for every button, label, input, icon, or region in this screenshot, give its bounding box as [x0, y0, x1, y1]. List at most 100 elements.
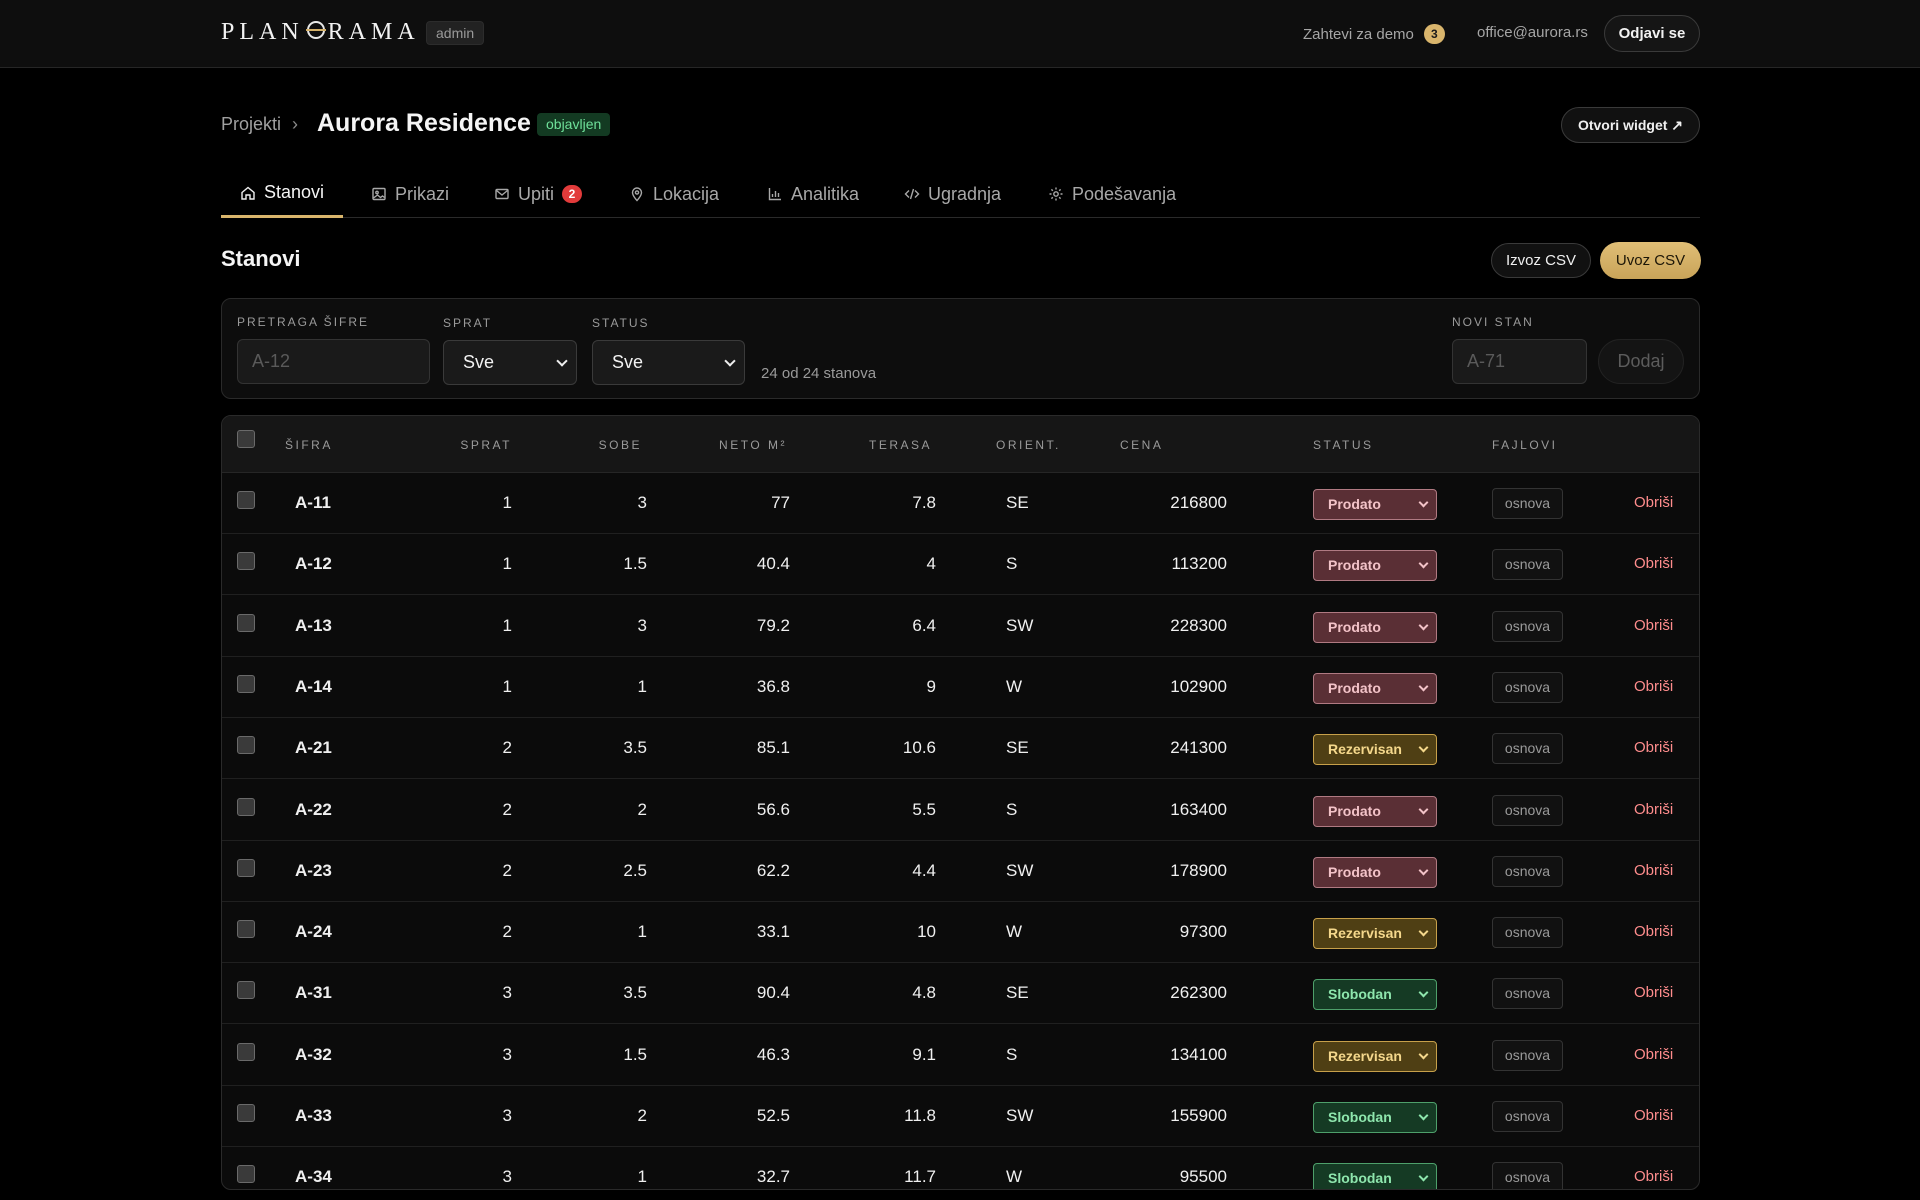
floorplan-file-button[interactable]: osnova: [1492, 1162, 1563, 1189]
unit-area: 36.8: [756, 676, 790, 696]
tab-stanovi[interactable]: Stanovi: [221, 170, 344, 218]
delete-button[interactable]: Obriši: [1634, 923, 1673, 940]
demo-requests-link[interactable]: Zahtevi za demo 3: [1303, 24, 1445, 44]
logo-text: PLAN RAMA: [221, 19, 420, 45]
floorplan-file-button[interactable]: osnova: [1492, 488, 1563, 519]
floor-select[interactable]: Sve: [443, 340, 577, 385]
unit-rooms: 3: [637, 615, 647, 635]
status-select[interactable]: Rezervisan: [1313, 734, 1437, 766]
delete-button[interactable]: Obriši: [1634, 862, 1673, 879]
row-checkbox[interactable]: [237, 858, 255, 877]
unit-area: 62.2: [756, 860, 790, 880]
row-checkbox[interactable]: [237, 613, 255, 632]
status-select[interactable]: Slobodan: [1313, 979, 1437, 1011]
unit-terrace: 4: [926, 554, 936, 574]
column-header-code[interactable]: ŠIFRA: [285, 438, 333, 452]
row-checkbox[interactable]: [237, 1104, 255, 1122]
delete-button[interactable]: Obriši: [1634, 1168, 1673, 1185]
row-checkbox[interactable]: [237, 552, 255, 571]
delete-button[interactable]: Obriši: [1634, 555, 1673, 572]
unit-price: 228300: [1170, 615, 1227, 635]
floorplan-file-button[interactable]: osnova: [1492, 855, 1563, 887]
status-select[interactable]: Prodato: [1313, 611, 1437, 643]
floorplan-file-button[interactable]: osnova: [1492, 978, 1563, 1010]
floorplan-file-button[interactable]: osnova: [1492, 794, 1563, 826]
delete-button[interactable]: Obriši: [1634, 617, 1673, 634]
unit-code: A-22: [295, 799, 332, 819]
delete-button[interactable]: Obriši: [1634, 739, 1673, 756]
row-checkbox[interactable]: [237, 920, 255, 939]
select-all-checkbox[interactable]: [237, 430, 255, 448]
row-checkbox[interactable]: [237, 797, 255, 816]
status-select[interactable]: Rezervisan: [1313, 1040, 1437, 1072]
import-csv-button[interactable]: Uvoz CSV: [1600, 242, 1701, 279]
chevron-down-icon: [1418, 926, 1429, 937]
row-checkbox[interactable]: [237, 736, 255, 755]
row-checkbox[interactable]: [237, 981, 255, 1000]
tab-analitika[interactable]: Analitika: [748, 170, 878, 218]
status-value: Prodato: [1328, 618, 1381, 635]
row-checkbox[interactable]: [237, 1042, 255, 1061]
column-header-rooms[interactable]: SOBE: [552, 438, 642, 452]
status-select[interactable]: Prodato: [1313, 672, 1437, 704]
status-select[interactable]: Slobodan: [1313, 1102, 1437, 1133]
delete-button[interactable]: Obriši: [1634, 984, 1673, 1001]
delete-button[interactable]: Obriši: [1634, 1046, 1673, 1063]
floorplan-file-button[interactable]: osnova: [1492, 1039, 1563, 1071]
delete-button[interactable]: Obriši: [1634, 1107, 1673, 1124]
new-unit-input[interactable]: A-71: [1452, 339, 1587, 384]
export-csv-button[interactable]: Izvoz CSV: [1491, 243, 1591, 278]
status-select[interactable]: Prodato: [1313, 489, 1437, 520]
floorplan-file-button[interactable]: osnova: [1492, 671, 1563, 703]
open-widget-button[interactable]: Otvori widget ↗: [1561, 107, 1700, 143]
floorplan-file-button[interactable]: osnova: [1492, 917, 1563, 949]
table-row: A-11 1 3 77 7.8 SE 216800 Prodato osnova Obriši: [222, 473, 1699, 534]
unit-orientation: W: [1006, 1167, 1023, 1187]
unit-terrace: 10.6: [902, 738, 936, 758]
delete-button[interactable]: Obriši: [1634, 801, 1673, 818]
column-header-orientation[interactable]: ORIENT.: [996, 438, 1061, 452]
status-value: Prodato: [1328, 679, 1381, 696]
unit-orientation: SW: [1006, 615, 1034, 635]
floorplan-file-button[interactable]: osnova: [1492, 610, 1563, 642]
row-checkbox[interactable]: [237, 1165, 255, 1184]
tab-prikazi[interactable]: Prikazi: [352, 170, 468, 218]
column-header-area[interactable]: NETO M²: [682, 438, 787, 452]
status-select[interactable]: Sve: [592, 340, 745, 385]
status-select[interactable]: Rezervisan: [1313, 918, 1437, 950]
delete-button[interactable]: Obriši: [1634, 494, 1673, 511]
tab-lokacija[interactable]: Lokacija: [610, 170, 738, 218]
unit-orientation: S: [1006, 799, 1018, 819]
tab-podesavanja[interactable]: Podešavanja: [1029, 170, 1195, 218]
breadcrumb-separator: ›: [292, 114, 298, 134]
status-select[interactable]: Prodato: [1313, 550, 1437, 582]
chevron-down-icon: [556, 355, 568, 367]
column-header-status[interactable]: STATUS: [1313, 438, 1374, 452]
logout-button[interactable]: Odjavi se: [1604, 15, 1700, 52]
logo[interactable]: PLAN RAMA: [221, 19, 420, 46]
floorplan-file-button[interactable]: osnova: [1492, 1101, 1563, 1132]
status-value: Prodato: [1328, 863, 1381, 880]
floorplan-file-button[interactable]: osnova: [1492, 733, 1563, 765]
breadcrumb-projects[interactable]: Projekti: [221, 114, 281, 135]
unit-floor: 2: [502, 860, 512, 880]
tab-ugradnja[interactable]: Ugradnja: [885, 170, 1020, 218]
delete-button[interactable]: Obriši: [1634, 678, 1673, 695]
row-checkbox[interactable]: [237, 491, 255, 509]
inquiries-count-badge: 2: [562, 185, 583, 203]
column-header-floor[interactable]: SPRAT: [440, 438, 512, 452]
tab-upiti[interactable]: Upiti 2: [475, 170, 601, 218]
unit-area: 32.7: [756, 1167, 790, 1187]
row-checkbox[interactable]: [237, 674, 255, 693]
table-row: A-14 1 1 36.8 9 W 102900 Prodato osnova Obriši: [222, 657, 1699, 718]
status-select[interactable]: Prodato: [1313, 856, 1437, 888]
status-select[interactable]: Slobodan: [1313, 1163, 1437, 1189]
status-select[interactable]: Prodato: [1313, 795, 1437, 827]
unit-terrace: 6.4: [912, 615, 936, 635]
add-unit-button[interactable]: Dodaj: [1598, 339, 1684, 384]
search-input[interactable]: A-12: [237, 339, 430, 384]
tab-label: Podešavanja: [1072, 183, 1177, 204]
floorplan-file-button[interactable]: osnova: [1492, 549, 1563, 581]
column-header-terrace[interactable]: TERASA: [822, 438, 932, 452]
column-header-price[interactable]: CENA: [1120, 438, 1163, 452]
